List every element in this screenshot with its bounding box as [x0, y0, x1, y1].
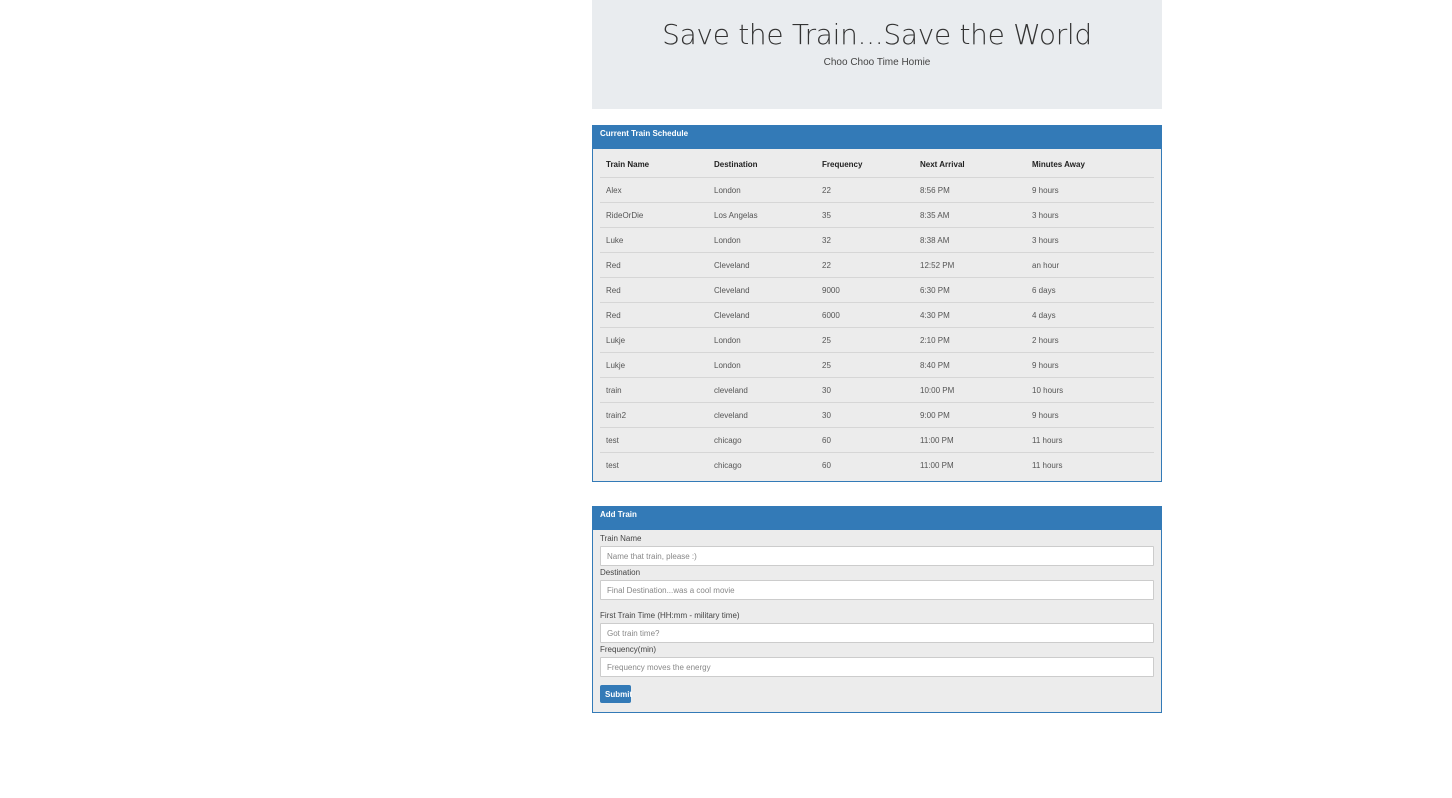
destination-input[interactable]	[600, 580, 1154, 600]
train-name-input[interactable]	[600, 546, 1154, 566]
cell-next-arrival: 8:38 AM	[914, 227, 1026, 253]
destination-label: Destination	[600, 568, 641, 577]
cell-minutes-away: 4 days	[1026, 302, 1154, 328]
cell-frequency: 9000	[816, 277, 914, 303]
cell-train-name: Alex	[600, 177, 708, 203]
table-row: train2 cleveland 30 9:00 PM 9 hours	[600, 402, 1154, 428]
cell-train-name: train	[600, 377, 708, 403]
column-header-minutes-away: Minutes Away	[1026, 152, 1154, 178]
column-header-next-arrival: Next Arrival	[914, 152, 1026, 178]
cell-destination: London	[708, 177, 816, 203]
jumbotron-header: Save the Train...Save the World Choo Cho…	[592, 0, 1162, 109]
cell-next-arrival: 11:00 PM	[914, 427, 1026, 453]
cell-frequency: 6000	[816, 302, 914, 328]
cell-frequency: 60	[816, 427, 914, 453]
add-train-form: Train Name Destination First Train Time …	[593, 530, 1161, 703]
cell-destination: chicago	[714, 460, 742, 470]
table-row: RideOrDie Los Angelas 35 8:35 AM 3 hours	[600, 202, 1154, 228]
cell-minutes-away: 3 hours	[1026, 227, 1154, 253]
add-train-panel: Add Train Train Name Destination First T…	[592, 506, 1162, 713]
cell-frequency: 32	[816, 227, 914, 253]
cell-minutes-away: 11 hours	[1032, 460, 1063, 470]
cell-frequency: 25	[816, 327, 914, 353]
cell-destination: Cleveland	[708, 302, 816, 328]
cell-next-arrival: 4:30 PM	[914, 302, 1026, 328]
cell-frequency: 35	[816, 202, 914, 228]
cell-frequency: 30	[816, 402, 914, 428]
train-name-label: Train Name	[600, 534, 642, 543]
table-row: test chicago 60 11:00 PM 11 hours	[600, 427, 1154, 453]
cell-minutes-away: 9 hours	[1026, 402, 1154, 428]
first-train-time-label: First Train Time (HH:mm - military time)	[600, 611, 740, 620]
cell-train-name: train2	[600, 402, 708, 428]
cell-next-arrival: 11:00 PM	[920, 460, 954, 470]
cell-train-name: Red	[600, 252, 708, 278]
table-row: Red Cleveland 9000 6:30 PM 6 days	[600, 277, 1154, 303]
cell-train-name: RideOrDie	[600, 202, 708, 228]
table-row: Luke London 32 8:38 AM 3 hours	[600, 227, 1154, 253]
table-row: train cleveland 30 10:00 PM 10 hours	[600, 377, 1154, 403]
cell-minutes-away: an hour	[1026, 252, 1154, 278]
cell-train-name: Luke	[600, 227, 708, 253]
page-container: Save the Train...Save the World Choo Cho…	[592, 0, 1162, 713]
cell-minutes-away: 10 hours	[1026, 377, 1154, 403]
page-title: Save the Train...Save the World	[662, 18, 1092, 51]
cell-frequency: 60	[822, 460, 831, 470]
cell-destination: chicago	[708, 427, 816, 453]
cell-minutes-away: 11 hours	[1026, 427, 1154, 453]
cell-minutes-away: 6 days	[1026, 277, 1154, 303]
cell-destination: London	[708, 227, 816, 253]
cell-minutes-away: 9 hours	[1026, 177, 1154, 203]
column-header-train-name: Train Name	[600, 152, 708, 178]
cell-minutes-away: 9 hours	[1026, 352, 1154, 378]
train-schedule-panel: Current Train Schedule Train Name Destin…	[592, 125, 1162, 482]
table-row: Alex London 22 8:56 PM 9 hours	[600, 177, 1154, 203]
cell-train-name: Lukje	[600, 352, 708, 378]
table-row: test chicago 60 11:00 PM 11 hours	[600, 453, 1154, 478]
first-train-time-input[interactable]	[600, 623, 1154, 643]
column-header-destination: Destination	[708, 152, 816, 178]
cell-next-arrival: 8:35 AM	[914, 202, 1026, 228]
table-row: Lukje London 25 2:10 PM 2 hours	[600, 327, 1154, 353]
cell-next-arrival: 10:00 PM	[914, 377, 1026, 403]
table-row: Lukje London 25 8:40 PM 9 hours	[600, 352, 1154, 378]
cell-next-arrival: 8:56 PM	[914, 177, 1026, 203]
cell-next-arrival: 2:10 PM	[914, 327, 1026, 353]
cell-train-name: Red	[600, 277, 708, 303]
cell-minutes-away: 3 hours	[1026, 202, 1154, 228]
cell-train-name: Red	[600, 302, 708, 328]
add-train-panel-heading: Add Train	[593, 507, 1161, 530]
cell-frequency: 22	[816, 177, 914, 203]
cell-frequency: 22	[816, 252, 914, 278]
cell-destination: London	[708, 327, 816, 353]
table-header-row: Train Name Destination Frequency Next Ar…	[600, 152, 1154, 178]
submit-button[interactable]: Submit	[600, 685, 632, 703]
cell-destination: Los Angelas	[708, 202, 816, 228]
cell-train-name: test	[600, 427, 708, 453]
cell-next-arrival: 12:52 PM	[914, 252, 1026, 278]
page-subtitle: Choo Choo Time Homie	[823, 57, 931, 68]
cell-destination: London	[708, 352, 816, 378]
train-schedule-table: Train Name Destination Frequency Next Ar…	[600, 152, 1154, 477]
cell-destination: Cleveland	[708, 277, 816, 303]
cell-destination: cleveland	[708, 402, 816, 428]
cell-destination: Cleveland	[708, 252, 816, 278]
schedule-panel-heading: Current Train Schedule	[593, 126, 1161, 149]
table-row: Red Cleveland 6000 4:30 PM 4 days	[600, 302, 1154, 328]
cell-train-name: test	[606, 460, 619, 470]
cell-next-arrival: 8:40 PM	[914, 352, 1026, 378]
frequency-input[interactable]	[600, 657, 1154, 677]
cell-frequency: 30	[816, 377, 914, 403]
frequency-label: Frequency(min)	[600, 645, 657, 654]
cell-destination: cleveland	[708, 377, 816, 403]
column-header-frequency: Frequency	[816, 152, 914, 178]
cell-train-name: Lukje	[600, 327, 708, 353]
train-schedule-body: Alex London 22 8:56 PM 9 hours RideOrDie Los A…	[600, 177, 1154, 478]
cell-next-arrival: 6:30 PM	[914, 277, 1026, 303]
cell-next-arrival: 9:00 PM	[914, 402, 1026, 428]
cell-frequency: 25	[816, 352, 914, 378]
cell-minutes-away: 2 hours	[1026, 327, 1154, 353]
table-row: Red Cleveland 22 12:52 PM an hour	[600, 252, 1154, 278]
